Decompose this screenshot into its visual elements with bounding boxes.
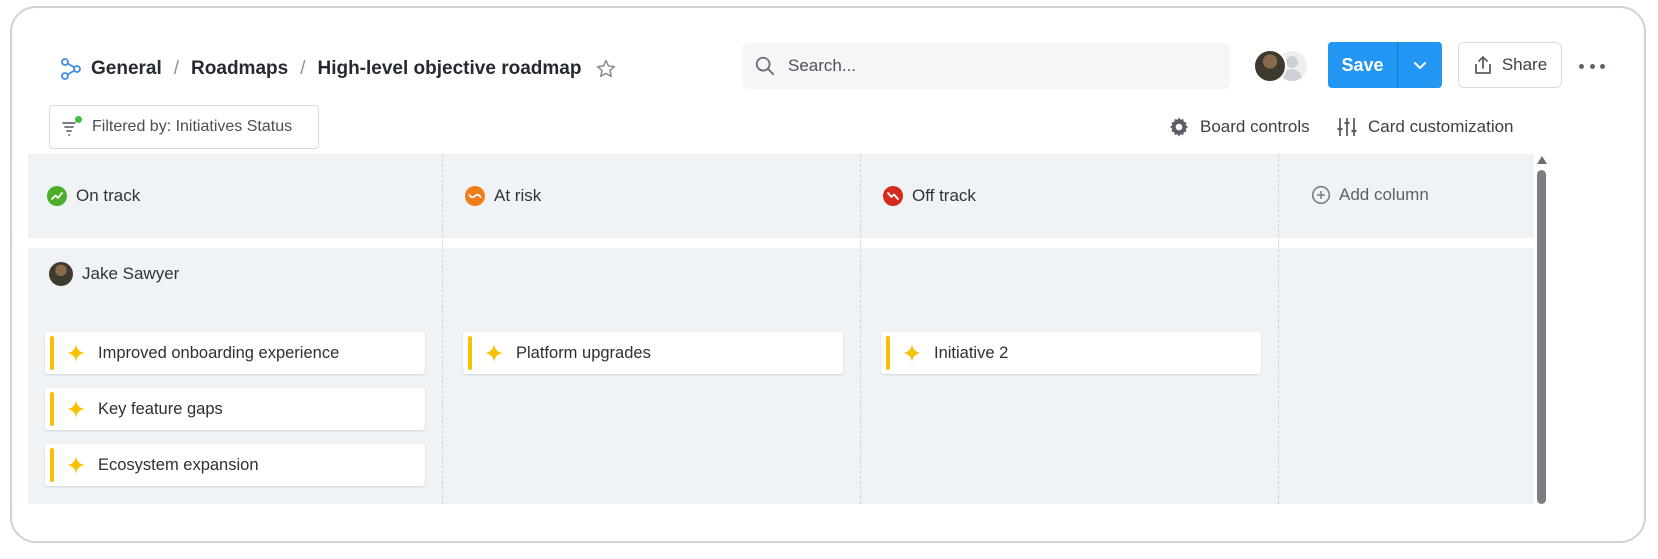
add-circle-icon — [1311, 185, 1331, 205]
card-color-bar — [886, 336, 890, 370]
initiative-card[interactable]: Ecosystem expansion — [45, 444, 425, 486]
save-button[interactable]: Save — [1328, 42, 1397, 88]
vertical-scrollbar[interactable] — [1536, 154, 1547, 504]
initiative-star-icon — [67, 456, 85, 474]
column-divider — [860, 154, 861, 504]
filter-button[interactable]: Filtered by: Initiatives Status — [49, 105, 319, 149]
initiative-card[interactable]: Improved onboarding experience — [45, 332, 425, 374]
share-button[interactable]: Share — [1458, 42, 1562, 88]
app-window: General / Roadmaps / High-level objectiv… — [10, 6, 1646, 543]
trend-up-icon — [47, 186, 67, 206]
owner-name: Jake Sawyer — [82, 264, 180, 283]
add-column-label: Add column — [1339, 185, 1429, 204]
column-header-at-risk[interactable]: At risk — [465, 154, 541, 238]
column-header-on-track[interactable]: On track — [47, 154, 140, 238]
header-divider — [28, 238, 1534, 248]
share-label: Share — [1501, 55, 1548, 74]
board-controls-label: Board controls — [1200, 117, 1310, 136]
card-title: Improved onboarding experience — [98, 343, 340, 362]
column-label: Off track — [912, 186, 976, 205]
column-label: At risk — [494, 186, 542, 205]
breadcrumb: General / Roadmaps / High-level objectiv… — [59, 54, 617, 84]
breadcrumb-general[interactable]: General — [91, 58, 162, 80]
card-title: Key feature gaps — [98, 399, 223, 418]
chevron-down-icon — [1414, 62, 1426, 69]
breadcrumb-separator: / — [173, 58, 180, 79]
save-split-button: Save — [1328, 42, 1442, 88]
share-icon — [1474, 56, 1491, 74]
card-color-bar — [50, 392, 54, 426]
search-icon — [755, 56, 775, 76]
initiative-card[interactable]: Platform upgrades — [463, 332, 843, 374]
column-label: On track — [76, 186, 141, 205]
card-color-bar — [50, 448, 54, 482]
column-header-off-track[interactable]: Off track — [883, 154, 976, 238]
search-input[interactable] — [786, 55, 1210, 77]
filter-label: Filtered by: Initiatives Status — [92, 118, 293, 135]
scroll-up-arrow[interactable] — [1537, 156, 1547, 164]
swimlane-owner: Jake Sawyer — [49, 262, 179, 286]
avatar[interactable] — [1253, 49, 1287, 83]
card-customization-label: Card customization — [1368, 117, 1514, 136]
save-dropdown-button[interactable] — [1398, 42, 1442, 88]
roadmap-board: On track At risk Off track Add column Ja… — [28, 154, 1534, 504]
page-title: High-level objective roadmap — [317, 58, 582, 79]
card-title: Initiative 2 — [934, 343, 1009, 362]
initiative-star-icon — [67, 400, 85, 418]
card-title: Platform upgrades — [516, 343, 651, 362]
column-divider — [1278, 154, 1279, 504]
add-column-button[interactable]: Add column — [1311, 185, 1429, 205]
trend-down-icon — [883, 186, 903, 206]
scrollbar-thumb[interactable] — [1537, 170, 1546, 504]
card-color-bar — [50, 336, 54, 370]
board-controls-button[interactable]: Board controls — [1168, 116, 1310, 138]
wave-icon — [465, 186, 485, 206]
active-filter-indicator — [75, 116, 82, 123]
roadmap-nodes-icon — [61, 58, 81, 80]
initiative-card[interactable]: Key feature gaps — [45, 388, 425, 430]
favorite-star-icon[interactable] — [595, 58, 617, 80]
filter-icon — [60, 116, 82, 138]
card-color-bar — [468, 336, 472, 370]
initiative-star-icon — [67, 344, 85, 362]
card-title: Ecosystem expansion — [98, 455, 259, 474]
breadcrumb-separator: / — [300, 58, 306, 79]
column-divider — [442, 154, 443, 504]
search-box[interactable] — [742, 43, 1230, 89]
card-customization-button[interactable]: Card customization — [1336, 116, 1514, 138]
initiative-star-icon — [903, 344, 921, 362]
gear-icon — [1169, 117, 1189, 137]
avatar — [49, 262, 73, 286]
breadcrumb-roadmaps[interactable]: Roadmaps — [191, 58, 288, 80]
more-options-icon[interactable] — [1579, 60, 1605, 72]
initiative-star-icon — [485, 344, 503, 362]
collaborators-avatars[interactable] — [1253, 47, 1313, 83]
sliders-icon — [1337, 118, 1357, 136]
initiative-card[interactable]: Initiative 2 — [881, 332, 1261, 374]
